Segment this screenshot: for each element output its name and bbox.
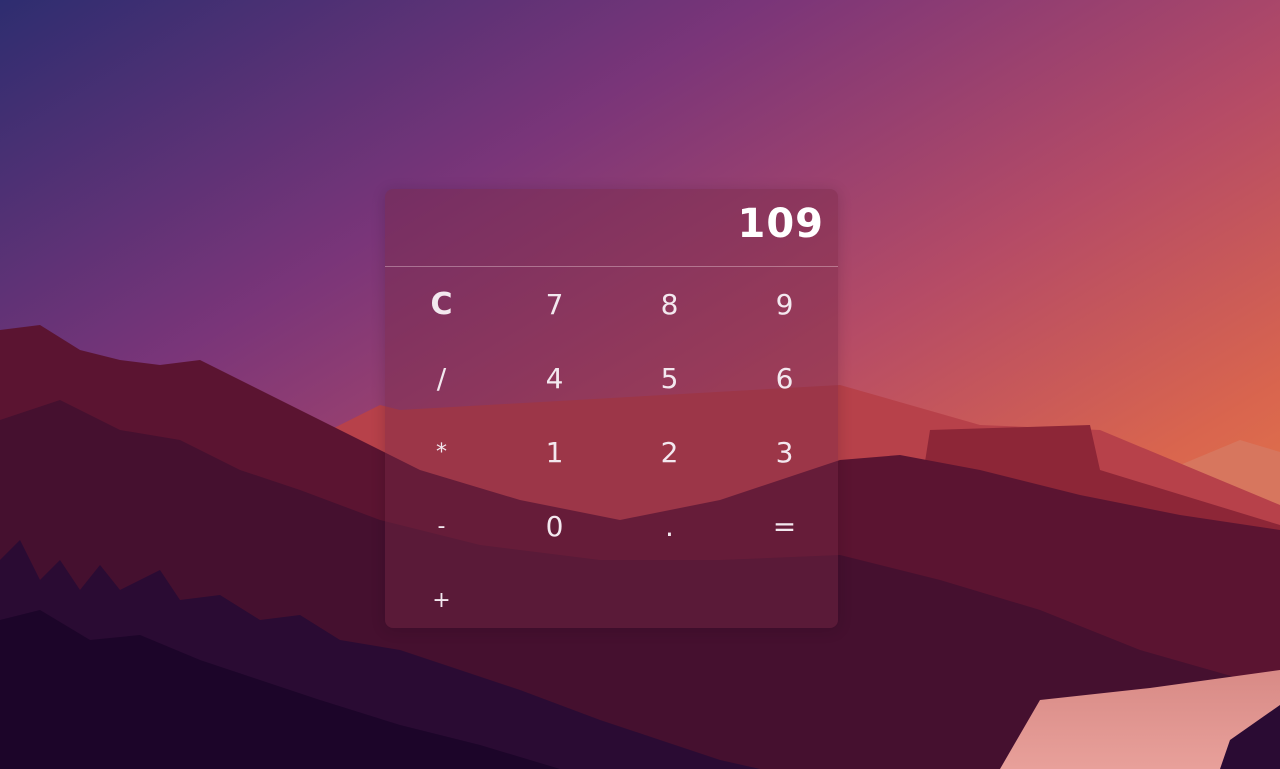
digit-0-button[interactable]: 0 <box>498 489 611 563</box>
subtract-button[interactable]: - <box>385 489 498 563</box>
keypad: C 7 8 9 / 4 5 6 * 1 2 3 - 0 . = + <box>385 267 838 628</box>
decimal-button[interactable]: . <box>613 489 726 563</box>
multiply-button[interactable]: * <box>385 415 498 489</box>
digit-8-button[interactable]: 8 <box>613 267 726 341</box>
digit-4-button[interactable]: 4 <box>498 341 611 415</box>
display-value: 109 <box>737 201 824 247</box>
digit-2-button[interactable]: 2 <box>613 415 726 489</box>
digit-1-button[interactable]: 1 <box>498 415 611 489</box>
digit-3-button[interactable]: 3 <box>728 415 841 489</box>
digit-5-button[interactable]: 5 <box>613 341 726 415</box>
equals-button[interactable]: = <box>728 489 841 563</box>
add-button[interactable]: + <box>385 563 498 637</box>
calculator-display: 109 <box>385 189 838 267</box>
calculator-window: 109 C 7 8 9 / 4 5 6 * 1 2 3 - 0 . = + <box>385 189 838 628</box>
digit-6-button[interactable]: 6 <box>728 341 841 415</box>
divide-button[interactable]: / <box>385 341 498 415</box>
digit-7-button[interactable]: 7 <box>498 267 611 341</box>
digit-9-button[interactable]: 9 <box>728 267 841 341</box>
clear-button[interactable]: C <box>385 267 498 341</box>
